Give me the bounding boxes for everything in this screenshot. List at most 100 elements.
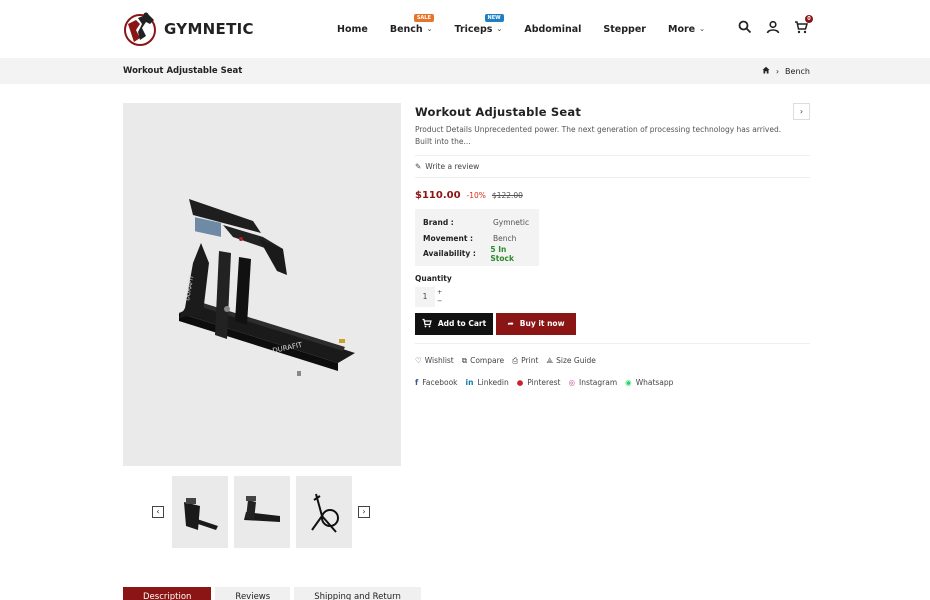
facebook-link[interactable]: f Facebook xyxy=(415,378,458,387)
nav-item-bench[interactable]: SALE Bench ⌄ xyxy=(389,14,434,36)
purchase-actions: Add to Cart ➦ Buy it now xyxy=(415,312,810,335)
divider xyxy=(415,177,810,178)
instagram-icon: ◎ xyxy=(568,377,575,387)
logo-icon xyxy=(122,10,160,48)
share-arrow-icon: ➦ xyxy=(507,319,514,328)
brand-name: GYMNETIC xyxy=(164,20,254,38)
main-nav: Home SALE Bench ⌄ NEW Triceps ⌄ Abdomina… xyxy=(337,14,727,36)
breadcrumb-current[interactable]: Bench xyxy=(785,67,810,76)
old-price: $122.00 xyxy=(491,191,523,200)
print-icon: ⎙ xyxy=(512,355,519,365)
whatsapp-icon: ◉ xyxy=(625,377,632,387)
compare-icon: ⧉ xyxy=(461,355,468,365)
size-guide-link[interactable]: ⟁ Size Guide xyxy=(546,356,596,366)
divider xyxy=(415,342,810,344)
quantity-label: Quantity xyxy=(415,273,452,283)
product-meta: Brand : Gymnetic Movement : Bench Availa… xyxy=(415,209,539,266)
pinterest-icon: ● xyxy=(516,377,524,387)
link-label: Size Guide xyxy=(556,356,596,365)
nav-label: More xyxy=(667,23,696,35)
nav-label: Abdominal xyxy=(524,23,582,35)
quantity-input[interactable]: 1 xyxy=(415,286,435,307)
cart-plus-icon xyxy=(422,318,432,330)
tab-reviews[interactable]: Reviews xyxy=(215,587,291,600)
chevron-right-icon[interactable]: › xyxy=(358,506,370,518)
treadmill-image: DURAFIT DURAFIT xyxy=(179,199,355,376)
breadcrumb-bar: Workout Adjustable Seat › Bench xyxy=(0,58,930,84)
meta-label: Movement : xyxy=(423,233,474,243)
product-tabs: Description Reviews Shipping and Return xyxy=(123,587,421,600)
home-icon[interactable] xyxy=(762,66,770,76)
tab-description[interactable]: Description xyxy=(123,587,212,600)
nav-item-home[interactable]: Home xyxy=(337,22,368,36)
meta-value: Bench xyxy=(493,233,517,243)
nav-item-stepper[interactable]: Stepper xyxy=(603,22,646,36)
nav-label: Stepper xyxy=(603,23,646,35)
social-label: Facebook xyxy=(422,377,458,387)
compare-link[interactable]: ⧉ Compare xyxy=(462,356,504,366)
quantity-stepper: 1 + − xyxy=(415,286,810,307)
buy-now-button[interactable]: ➦ Buy it now xyxy=(496,312,576,335)
logo[interactable]: GYMNETIC xyxy=(122,10,254,48)
thumbnail[interactable] xyxy=(172,476,228,548)
new-badge: NEW xyxy=(484,14,504,22)
decrement-button[interactable]: − xyxy=(437,297,442,306)
meta-row: Brand : Gymnetic xyxy=(423,215,531,231)
nav-item-more[interactable]: More ⌄ xyxy=(668,22,705,36)
instagram-link[interactable]: ◎ Instagram xyxy=(568,378,617,387)
wishlist-link[interactable]: ♡ Wishlist xyxy=(415,356,454,366)
link-label: Wishlist xyxy=(424,356,454,365)
increment-button[interactable]: + xyxy=(437,288,442,297)
heart-icon: ♡ xyxy=(415,356,422,365)
discount-badge: -10% xyxy=(466,191,486,200)
stock-status: 5 In Stock xyxy=(490,244,514,263)
meta-value: Gymnetic xyxy=(493,218,530,228)
breadcrumb: › Bench xyxy=(762,66,810,76)
write-review-link[interactable]: ✎ Write a review xyxy=(415,162,810,171)
pencil-icon: ✎ xyxy=(415,162,422,171)
review-label: Write a review xyxy=(425,162,480,171)
divider xyxy=(415,155,810,156)
cart-icon[interactable]: 0 xyxy=(794,15,813,34)
chevron-right-icon: › xyxy=(775,66,780,76)
link-label: Print xyxy=(521,356,539,365)
buy-now-label: Buy it now xyxy=(519,319,565,328)
price: $110.00 xyxy=(415,190,461,201)
ruler-icon: ⟁ xyxy=(546,355,554,365)
linkedin-icon: in xyxy=(465,377,474,387)
social-label: Linkedin xyxy=(477,377,509,387)
nav-label: Triceps xyxy=(454,23,493,35)
nav-label: Bench xyxy=(389,23,423,35)
thumbnail[interactable] xyxy=(296,476,352,548)
page-title: Workout Adjustable Seat xyxy=(123,66,243,76)
cart-count-badge: 0 xyxy=(805,15,813,23)
product-description: Product Details Unprecedented power. The… xyxy=(415,125,782,146)
thumbnail[interactable] xyxy=(234,476,290,548)
meta-label: Brand : xyxy=(423,218,454,228)
whatsapp-link[interactable]: ◉ Whatsapp xyxy=(625,378,673,387)
thumbnail-strip: ‹ › xyxy=(152,476,370,548)
price-row: $110.00 -10% $122.00 xyxy=(415,190,810,201)
sale-badge: SALE xyxy=(413,14,434,22)
nav-item-triceps[interactable]: NEW Triceps ⌄ xyxy=(454,14,504,36)
next-product-button[interactable]: › xyxy=(793,103,810,120)
linkedin-link[interactable]: in Linkedin xyxy=(466,378,509,387)
user-icon[interactable] xyxy=(766,20,780,34)
product-title: Workout Adjustable Seat xyxy=(415,105,582,119)
nav-item-abdominal[interactable]: Abdominal xyxy=(524,22,581,36)
print-link[interactable]: ⎙ Print xyxy=(512,356,538,366)
site-header: GYMNETIC Home SALE Bench ⌄ NEW Triceps ⌄… xyxy=(0,0,930,58)
pinterest-link[interactable]: ● Pinterest xyxy=(517,378,561,387)
social-label: Pinterest xyxy=(527,377,561,387)
social-label: Instagram xyxy=(578,377,618,387)
product-main-image[interactable]: DURAFIT DURAFIT xyxy=(123,103,401,466)
product-links: ♡ Wishlist ⧉ Compare ⎙ Print ⟁ Size Guide xyxy=(415,356,810,366)
add-to-cart-button[interactable]: Add to Cart xyxy=(415,312,493,335)
chevron-down-icon: ⌄ xyxy=(426,25,433,33)
add-to-cart-label: Add to Cart xyxy=(437,319,487,328)
search-icon[interactable] xyxy=(738,20,752,34)
tab-shipping[interactable]: Shipping and Return xyxy=(294,587,421,600)
chevron-left-icon[interactable]: ‹ xyxy=(152,506,164,518)
social-share: f Facebook in Linkedin ● Pinterest ◎ Instagr… xyxy=(415,378,810,387)
meta-row: Availability : 5 In Stock xyxy=(423,244,531,263)
